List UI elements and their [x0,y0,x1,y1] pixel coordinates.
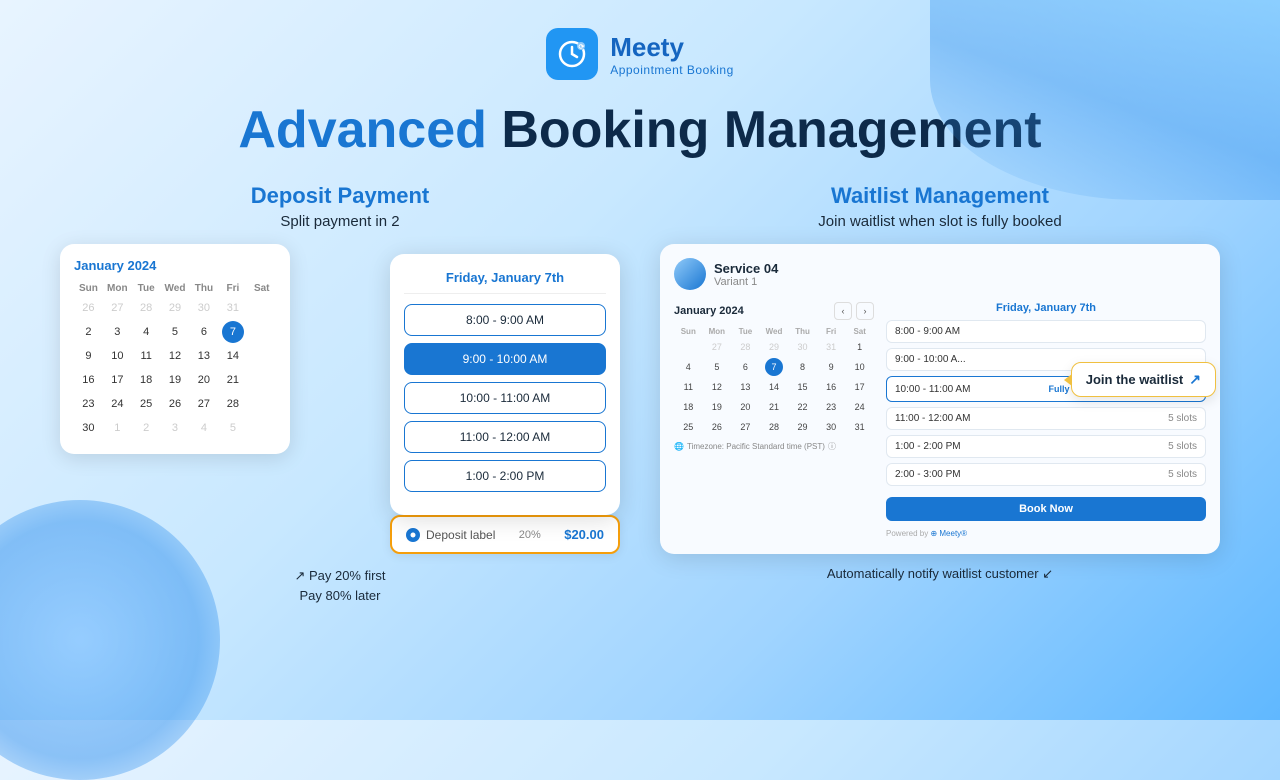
deposit-preview: January 2024 Sun Mon Tue Wed Thu Fri Sat… [60,244,620,554]
slot-btn-2[interactable]: 9:00 - 10:00 AM [404,343,606,375]
content-columns: Deposit Payment Split payment in 2 Janua… [0,183,1280,605]
decorative-blob-right [930,0,1280,200]
deposit-column: Deposit Payment Split payment in 2 Janua… [60,183,620,605]
timeslot-header: Friday, January 7th [404,270,606,294]
cal-header-tue: Tue [132,281,161,296]
deposit-subtitle: Split payment in 2 [280,213,399,230]
cal-prev-btn[interactable]: ‹ [834,302,852,320]
calendar-card: January 2024 Sun Mon Tue Wed Thu Fri Sat… [60,244,290,454]
cal-header-thu: Thu [190,281,219,296]
cal-header-fri: Fri [218,281,247,296]
waitlist-column: Waitlist Management Join waitlist when s… [660,183,1220,605]
widget-cal-table: SunMonTueWedThuFriSat 27 28 29 30 31 1 [674,326,874,437]
widget-slots-panel: Friday, January 7th 8:00 - 9:00 AM 9:00 … [886,302,1206,538]
book-now-button[interactable]: Book Now [886,497,1206,521]
deposit-title: Deposit Payment [251,183,430,209]
deposit-radio[interactable] [406,528,420,542]
svg-text:⟳: ⟳ [579,44,585,51]
deposit-amount: $20.00 [564,527,604,542]
booking-widget: Service 04 Variant 1 January 2024 ‹ › [660,244,1220,554]
logo-title: Meety [610,32,734,63]
service-info: Service 04 Variant 1 [714,261,778,288]
timezone-label: Timezone: Pacific Standard time (PST) [687,442,825,451]
waitlist-tooltip-label: Join the waitlist [1086,372,1184,387]
cal-header-wed: Wed [160,281,189,296]
auto-notify-note: Automatically notify waitlist customer ↙ [827,566,1053,582]
timeslot-card: Friday, January 7th 8:00 - 9:00 AM 9:00 … [390,254,620,515]
service-variant: Variant 1 [714,276,778,288]
timezone-row: 🌐 Timezone: Pacific Standard time (PST) … [674,441,874,452]
deposit-box: Deposit label 20% $20.00 [390,515,620,554]
deposit-label: Deposit label [426,528,495,542]
logo-icon: ⟳ [546,28,598,80]
waitlist-preview: Service 04 Variant 1 January 2024 ‹ › [660,244,1220,554]
tz-info-icon: ⓘ [828,441,836,452]
cal-header-mon: Mon [103,281,132,296]
slot-btn-3[interactable]: 10:00 - 11:00 AM [404,382,606,414]
slot-btn-1[interactable]: 8:00 - 9:00 AM [404,304,606,336]
powered-meety: ⊕ Meety® [930,529,967,538]
slot-btn-5[interactable]: 1:00 - 2:00 PM [404,460,606,492]
slot-btn-4[interactable]: 11:00 - 12:00 AM [404,421,606,453]
widget-slot-5: 1:00 - 2:00 PM 5 slots [886,435,1206,458]
external-link-icon: ↗ [1189,371,1201,388]
calendar-month: January 2024 [74,258,276,273]
widget-slot-6: 2:00 - 3:00 PM 5 slots [886,463,1206,486]
calendar-table: Sun Mon Tue Wed Thu Fri Sat 26 27 28 29 … [74,281,276,440]
widget-footer: Powered by ⊕ Meety® [886,529,1206,538]
cal-next-btn[interactable]: › [856,302,874,320]
cal-header-sun: Sun [74,281,103,296]
deposit-percent: 20% [519,529,541,541]
pay-note: ↗ Pay 20% first Pay 80% later [294,566,385,605]
service-name: Service 04 [714,261,778,276]
widget-slot-1: 8:00 - 9:00 AM [886,320,1206,343]
widget-date-header: Friday, January 7th [886,302,1206,314]
widget-calendar: January 2024 ‹ › SunMonTueWedThuFriSat [674,302,874,538]
logo-text: Meety Appointment Booking [610,32,734,77]
title-highlight: Advanced [238,101,487,159]
waitlist-tooltip[interactable]: Join the waitlist ↗ [1071,362,1216,397]
widget-body: January 2024 ‹ › SunMonTueWedThuFriSat [674,302,1206,538]
widget-slot-4: 11:00 - 12:00 AM 5 slots [886,407,1206,430]
waitlist-subtitle: Join waitlist when slot is fully booked [818,213,1061,230]
widget-cal-month: January 2024 [674,305,744,317]
waitlist-title: Waitlist Management [831,183,1049,209]
logo-subtitle: Appointment Booking [610,63,734,77]
widget-header: Service 04 Variant 1 [674,258,1206,290]
cal-header-sat: Sat [247,281,276,296]
service-avatar [674,258,706,290]
